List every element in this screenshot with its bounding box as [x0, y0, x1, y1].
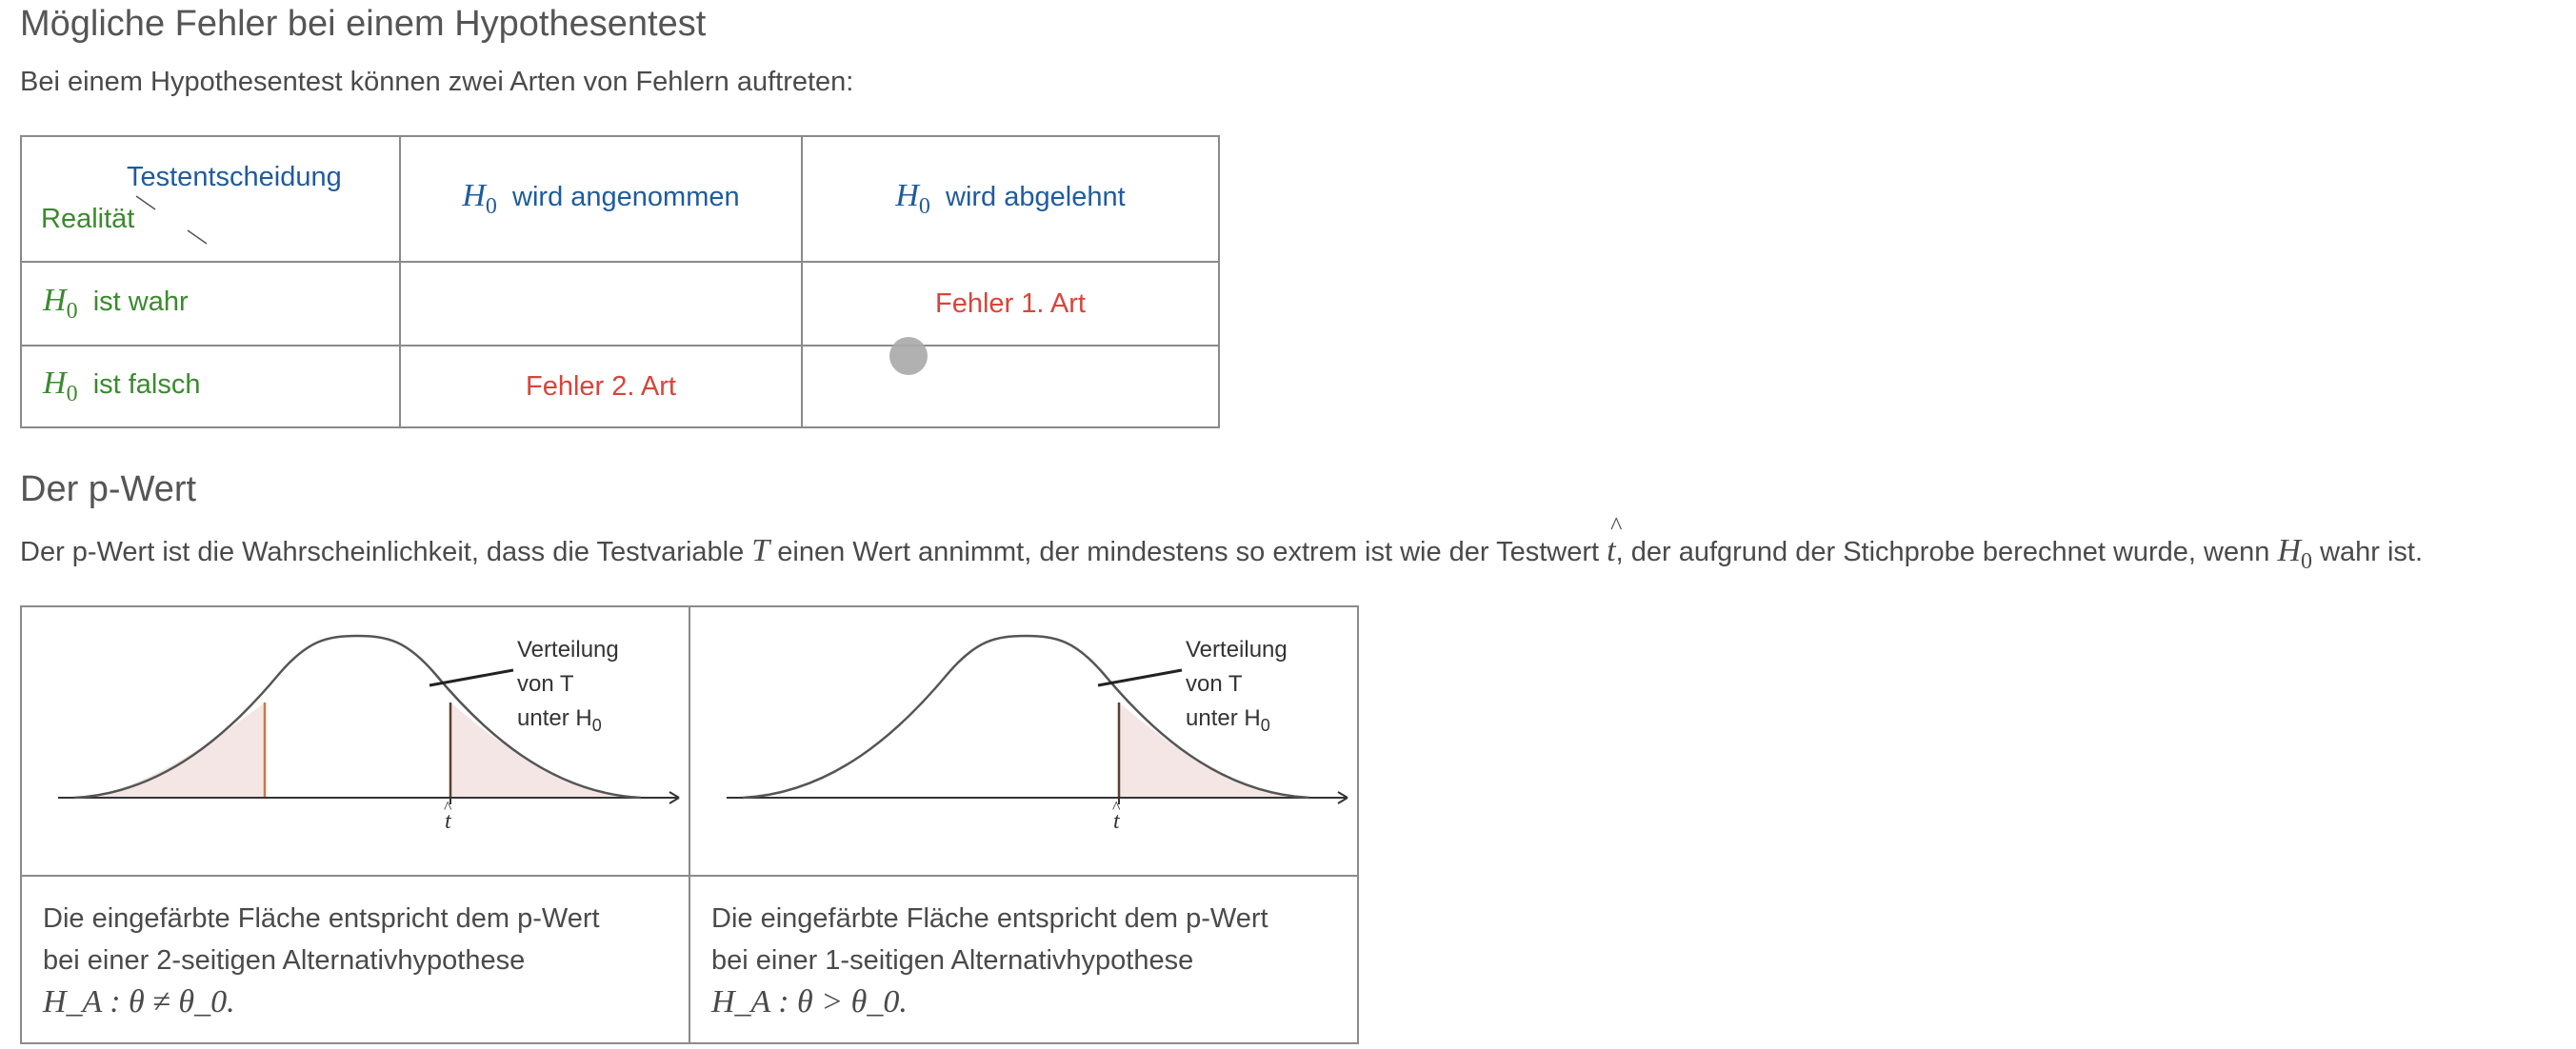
table-row: H0 ist falsch Fehler 2. Art	[20, 345, 1220, 428]
col-rejected-label: wird abgelehnt	[946, 182, 1126, 213]
two-sided-hypothesis-formula: H_A : θ ≠ θ_0.	[43, 984, 235, 1019]
cursor-indicator	[889, 337, 928, 375]
one-sided-hypothesis-formula: H_A : θ > θ_0.	[711, 984, 908, 1019]
errors-intro-text: Bei einem Hypothesentest können zwei Art…	[20, 67, 854, 97]
table-header-row: Testentscheidung Realität H0 wird angeno…	[20, 135, 1220, 263]
caption-line2: bei einer 2-seitigen Alternativhypothese	[43, 945, 526, 976]
section-title-errors: Mögliche Fehler bei einem Hypothesentest	[20, 4, 707, 44]
pvalue-figure-table: Verteilung von T unter H0 t ^ Verteilung…	[20, 605, 1359, 1044]
header-h0-accepted: H0 wird angenommen	[399, 135, 803, 263]
row-h0-false-label: H0 ist falsch	[20, 345, 401, 428]
figure-two-sided: Verteilung von T unter H0 t ^	[20, 605, 690, 877]
dist-label-line1: Verteilung	[517, 637, 619, 663]
header-h0-rejected: H0 wird abgelehnt	[801, 135, 1220, 263]
cell-empty	[801, 345, 1220, 428]
error-types-table: Testentscheidung Realität H0 wird angeno…	[20, 135, 1220, 428]
one-sided-distribution-plot: Verteilung von T unter H0 t ^	[727, 634, 1348, 834]
pvalue-definition-text: Der p-Wert ist die Wahrscheinlichkeit, d…	[20, 512, 2424, 574]
section-title-pvalue: Der p-Wert	[20, 469, 197, 509]
corner-cell: Testentscheidung Realität	[20, 135, 401, 263]
dist-label-line2: von T	[1186, 671, 1243, 697]
cell-empty	[399, 261, 803, 346]
cell-type2-error: Fehler 2. Art	[399, 345, 803, 428]
caption-line2: bei einer 1-seitigen Alternativhypothese	[711, 945, 1194, 976]
row-h0-true-label: H0 ist wahr	[20, 261, 401, 346]
h0-symbol: H0	[895, 178, 930, 219]
table-row: H0 ist wahr Fehler 1. Art	[20, 261, 1220, 346]
var-t-hat: ^ t	[1607, 512, 1623, 568]
figure-one-sided: Verteilung von T unter H0 t ^	[689, 605, 1359, 877]
dist-label-line1: Verteilung	[1186, 637, 1288, 663]
caption-two-sided: Die eingefärbte Fläche entspricht dem p-…	[20, 875, 690, 1044]
svg-text:^: ^	[1112, 798, 1121, 817]
two-sided-distribution-plot: Verteilung von T unter H0 t ^	[58, 634, 680, 834]
h0-symbol: H0	[462, 178, 497, 219]
col-accepted-label: wird angenommen	[512, 182, 740, 213]
svg-text:^: ^	[444, 798, 452, 817]
caption-line1: Die eingefärbte Fläche entspricht dem p-…	[43, 903, 600, 934]
var-T: T	[751, 533, 770, 568]
caption-line1: Die eingefärbte Fläche entspricht dem p-…	[711, 903, 1268, 934]
cell-type1-error: Fehler 1. Art	[801, 261, 1220, 346]
diagonal-marks	[135, 195, 208, 245]
dist-label-line3: unter H0	[517, 705, 602, 735]
dist-label-line2: von T	[517, 671, 574, 697]
caption-one-sided: Die eingefärbte Fläche entspricht dem p-…	[689, 875, 1359, 1044]
dist-label-line3: unter H0	[1186, 705, 1270, 735]
